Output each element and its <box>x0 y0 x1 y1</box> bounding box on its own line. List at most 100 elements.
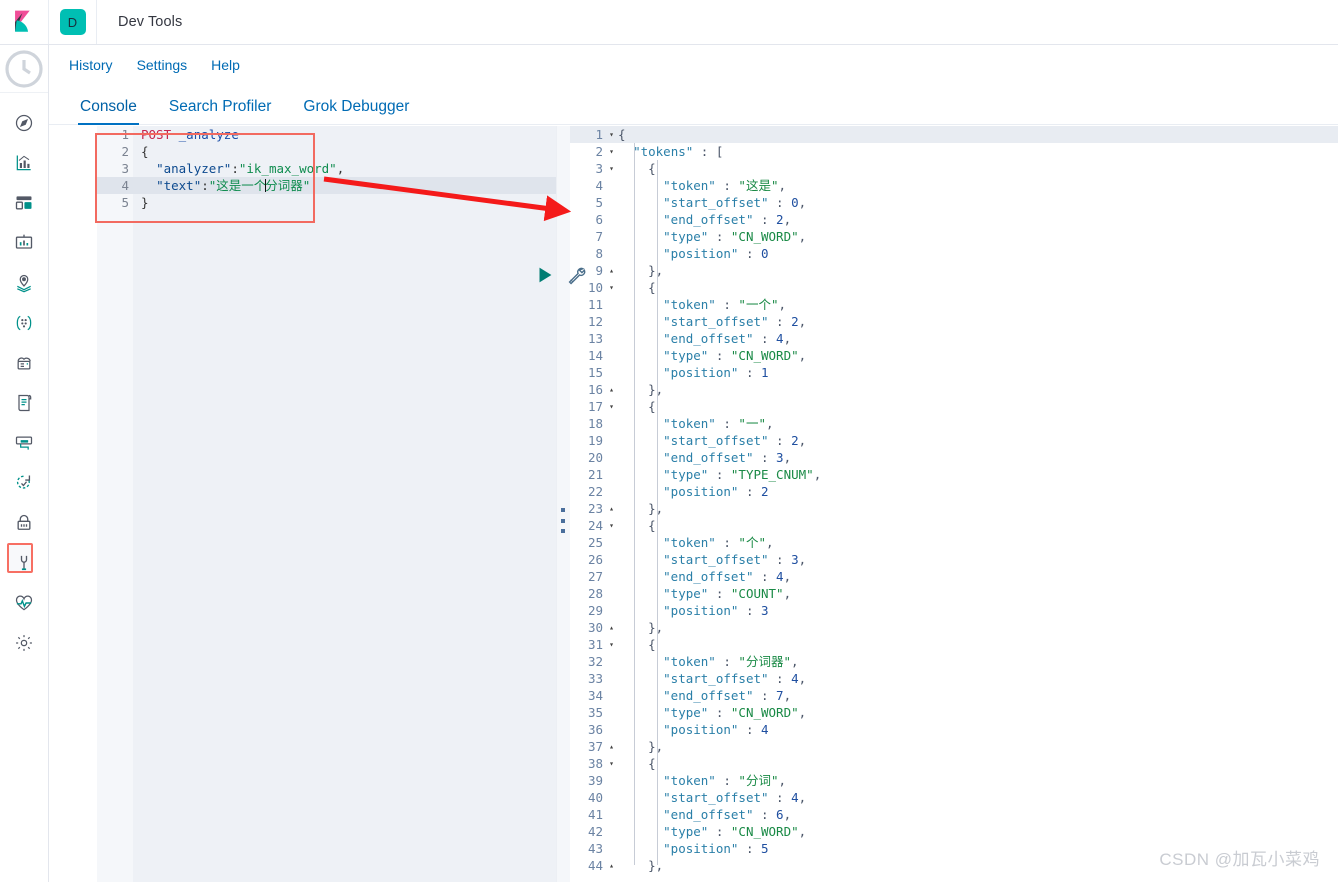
response-line-number: 16 ▴ <box>587 382 614 397</box>
response-json-line[interactable]: "start_offset" : 4, <box>616 670 1338 687</box>
response-json-line[interactable]: { <box>616 126 1338 143</box>
response-json-area[interactable]: { "tokens" : [ { "token" : "这是", "start_… <box>616 126 1338 882</box>
request-code-line[interactable]: { <box>133 143 557 160</box>
response-json-line[interactable]: }, <box>616 500 1338 517</box>
response-line-number: 15 <box>587 365 603 380</box>
response-json-line[interactable]: "end_offset" : 6, <box>616 806 1338 823</box>
response-json-line[interactable]: { <box>616 279 1338 296</box>
response-editor-pane[interactable]: 1 ▾ 2 ▾ 3 ▾ 4 5 6 7 8 9 ▴ 10 ▾ 11 12 13 14 15 16 ▴ 17 ▾ 18 19 20 21… <box>570 126 1338 882</box>
sidebar-item-uptime[interactable] <box>0 463 48 503</box>
subnav-link-help[interactable]: Help <box>199 53 252 77</box>
response-json-line[interactable]: "token" : "分词", <box>616 772 1338 789</box>
response-json-line[interactable]: "position" : 1 <box>616 364 1338 381</box>
response-json-line[interactable]: "start_offset" : 4, <box>616 789 1338 806</box>
kibana-home-link[interactable] <box>0 0 49 44</box>
response-json-line[interactable]: "type" : "CN_WORD", <box>616 823 1338 840</box>
response-line-number: 32 <box>587 654 603 669</box>
response-json-line[interactable]: "type" : "CN_WORD", <box>616 228 1338 245</box>
sidebar-item-dev-tools[interactable] <box>0 543 48 583</box>
response-json-line[interactable]: "end_offset" : 3, <box>616 449 1338 466</box>
csdn-watermark: CSDN @加瓦小菜鸡 <box>1159 850 1320 869</box>
response-json-line[interactable]: "tokens" : [ <box>616 143 1338 160</box>
response-json-line[interactable]: }, <box>616 381 1338 398</box>
response-json-line[interactable]: "position" : 3 <box>616 602 1338 619</box>
send-request-play-button[interactable] <box>534 264 556 286</box>
sidebar-item-maps[interactable] <box>0 263 48 303</box>
request-editor-pane[interactable]: 1 2▾ 345▴ POST _analyze{ "analyzer":"ik_ma… <box>97 126 557 882</box>
response-json-line[interactable]: "type" : "TYPE_CNUM", <box>616 466 1338 483</box>
response-json-line[interactable]: "position" : 2 <box>616 483 1338 500</box>
request-code-line[interactable]: } <box>133 194 557 211</box>
response-json-line[interactable]: { <box>616 160 1338 177</box>
request-code-area[interactable]: POST _analyze{ "analyzer":"ik_max_word",… <box>133 126 557 882</box>
response-line-number: 28 <box>587 586 603 601</box>
sidebar-item-management[interactable] <box>0 623 48 663</box>
open-documentation-wrench-button[interactable] <box>565 264 587 286</box>
response-json-line[interactable]: "end_offset" : 4, <box>616 330 1338 347</box>
sidebar-item-machine-learning[interactable] <box>0 303 48 343</box>
sidebar-item-canvas[interactable] <box>0 223 48 263</box>
response-json-line[interactable]: "start_offset" : 3, <box>616 551 1338 568</box>
response-json-line[interactable]: "token" : "分词器", <box>616 653 1338 670</box>
response-json-line[interactable]: }, <box>616 738 1338 755</box>
request-code-line[interactable]: "analyzer":"ik_max_word", <box>133 160 557 177</box>
response-json-line[interactable]: "position" : 0 <box>616 245 1338 262</box>
response-json-line[interactable]: "token" : "一个", <box>616 296 1338 313</box>
sidebar-item-discover[interactable] <box>0 103 48 143</box>
splitter-grip-handle[interactable] <box>561 508 566 533</box>
response-line-number: 7 <box>595 229 603 244</box>
sidebar-item-logs[interactable] <box>0 383 48 423</box>
response-json-line[interactable]: "end_offset" : 4, <box>616 568 1338 585</box>
response-json-line[interactable]: { <box>616 755 1338 772</box>
response-json-line[interactable]: "token" : "一", <box>616 415 1338 432</box>
response-line-number: 24 ▾ <box>587 518 614 533</box>
request-code-line[interactable]: "text":"这是一个分词器" <box>133 177 557 194</box>
tab-grok-debugger[interactable]: Grok Debugger <box>287 98 425 125</box>
response-json-line[interactable]: "start_offset" : 0, <box>616 194 1338 211</box>
response-line-number: 33 <box>587 671 603 686</box>
tab-search-profiler[interactable]: Search Profiler <box>153 98 288 125</box>
sidebar-item-recently-viewed[interactable] <box>0 45 48 93</box>
request-code-line[interactable]: POST _analyze <box>133 126 557 143</box>
response-json-line[interactable]: "token" : "个", <box>616 534 1338 551</box>
request-line-number: 1 <box>121 127 129 142</box>
sidebar-item-visualize[interactable] <box>0 143 48 183</box>
logs-document-icon <box>18 394 32 412</box>
response-line-number: 27 <box>587 569 603 584</box>
response-json-line[interactable]: { <box>616 636 1338 653</box>
sidebar-item-apm[interactable] <box>0 423 48 463</box>
subnav-link-settings[interactable]: Settings <box>125 53 200 77</box>
dashboard-layout-icon <box>15 196 32 210</box>
request-line-number: 2▾ <box>121 144 141 159</box>
response-json-line[interactable]: "end_offset" : 7, <box>616 687 1338 704</box>
response-line-number: 38 ▾ <box>587 756 614 771</box>
sidebar-item-monitoring[interactable] <box>0 583 48 623</box>
response-line-number: 30 ▴ <box>587 620 614 635</box>
response-json-line[interactable]: "start_offset" : 2, <box>616 432 1338 449</box>
response-json-line[interactable]: { <box>616 517 1338 534</box>
response-line-number: 37 ▴ <box>587 739 614 754</box>
response-json-line[interactable]: "position" : 4 <box>616 721 1338 738</box>
response-line-number: 17 ▾ <box>587 399 614 414</box>
response-json-line[interactable]: "start_offset" : 2, <box>616 313 1338 330</box>
app-badge: D <box>59 9 86 35</box>
response-line-number: 14 <box>587 348 603 363</box>
response-json-line[interactable]: { <box>616 398 1338 415</box>
response-line-number: 40 <box>587 790 603 805</box>
sidebar-item-dashboard[interactable] <box>0 183 48 223</box>
response-line-number: 11 <box>587 297 603 312</box>
response-json-line[interactable]: }, <box>616 619 1338 636</box>
pane-splitter[interactable] <box>556 126 570 882</box>
tab-console[interactable]: Console <box>64 98 153 125</box>
response-json-line[interactable]: }, <box>616 262 1338 279</box>
sidebar-item-siem[interactable] <box>0 503 48 543</box>
response-json-line[interactable]: "type" : "CN_WORD", <box>616 347 1338 364</box>
response-json-line[interactable]: "token" : "这是", <box>616 177 1338 194</box>
sidebar-item-infrastructure[interactable] <box>0 343 48 383</box>
response-json-line[interactable]: "type" : "COUNT", <box>616 585 1338 602</box>
subnav-link-history[interactable]: History <box>57 53 125 77</box>
response-json-line[interactable]: "end_offset" : 2, <box>616 211 1338 228</box>
response-json-line[interactable]: "type" : "CN_WORD", <box>616 704 1338 721</box>
response-line-number: 25 <box>587 535 603 550</box>
response-line-number: 35 <box>587 705 603 720</box>
